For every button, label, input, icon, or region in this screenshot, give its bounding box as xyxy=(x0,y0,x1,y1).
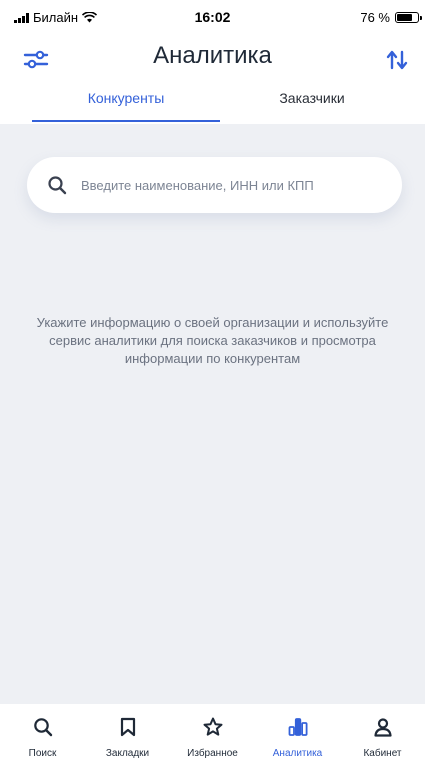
search-input[interactable] xyxy=(79,169,402,201)
nav-label: Аналитика xyxy=(272,748,323,759)
nav-account[interactable]: Кабинет xyxy=(340,704,425,759)
search-icon xyxy=(48,176,67,195)
header: Аналитика xyxy=(0,34,425,84)
star-icon xyxy=(203,717,222,736)
tab-competitors[interactable]: Конкуренты xyxy=(32,90,220,106)
bar-chart-icon xyxy=(288,718,308,736)
battery-group: 76 % xyxy=(360,10,422,25)
main-content: Укажите информацию о своей организации и… xyxy=(0,124,425,704)
user-icon xyxy=(373,718,392,737)
battery-fill xyxy=(397,14,413,21)
battery-percent: 76 % xyxy=(360,10,390,25)
nav-label: Избранное xyxy=(187,748,238,759)
nav-search[interactable]: Поиск xyxy=(0,704,85,759)
nav-label: Кабинет xyxy=(363,748,402,759)
sort-arrows-icon[interactable] xyxy=(383,48,411,72)
tab-bar: Конкуренты Заказчики xyxy=(0,84,425,122)
search-icon xyxy=(33,718,52,737)
active-tab-indicator xyxy=(32,120,220,122)
battery-icon xyxy=(395,12,422,23)
tab-customers[interactable]: Заказчики xyxy=(218,90,406,106)
nav-label: Поиск xyxy=(28,748,57,759)
search-box[interactable] xyxy=(27,157,402,213)
empty-state-text: Укажите информацию о своей организации и… xyxy=(36,315,389,366)
nav-bookmarks[interactable]: Закладки xyxy=(85,704,170,759)
page-title: Аналитика xyxy=(153,42,272,69)
bottom-nav: Поиск Закладки Избранное Аналитика Кабин… xyxy=(0,704,425,759)
nav-label: Закладки xyxy=(105,748,150,759)
bookmark-icon xyxy=(120,717,135,737)
nav-analytics[interactable]: Аналитика xyxy=(255,704,340,759)
status-bar: Билайн 16:02 76 % xyxy=(0,0,425,34)
nav-favorites[interactable]: Избранное xyxy=(170,704,255,759)
